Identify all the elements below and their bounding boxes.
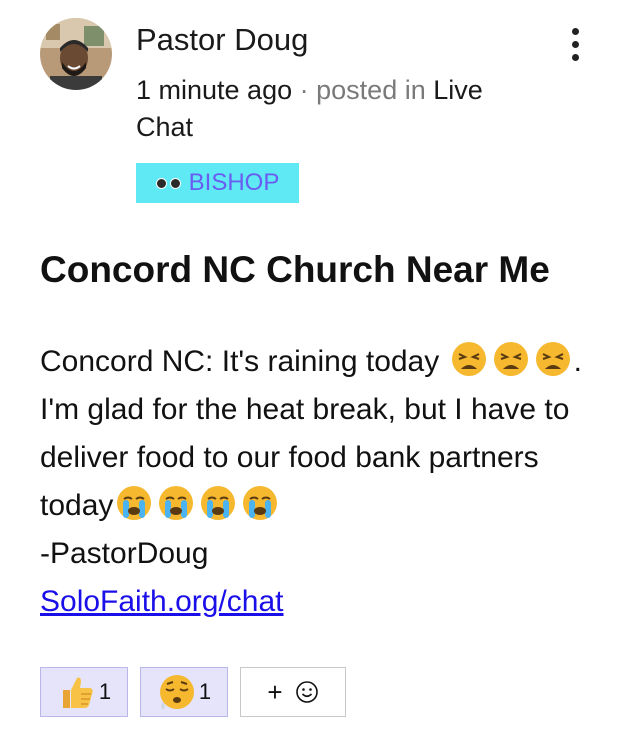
reactions-bar: 1 1 + [40,667,346,717]
crying-face-icon [201,486,236,520]
crying-face-icon [243,486,278,520]
weary-face-icon [535,342,570,376]
author-avatar[interactable] [40,18,112,90]
crying-face-icon [117,486,152,520]
smiley-icon [295,681,318,703]
more-dot-icon [572,41,579,48]
reaction-sleepy-face-button[interactable]: 1 [140,667,228,717]
weary-face-icon [451,342,486,376]
crying-face-icon [159,486,194,520]
role-badge: BISHOP [136,163,299,203]
avatar-image [40,18,112,90]
eyes-icon [155,177,181,189]
sleepy-face-icon [159,675,194,710]
more-dot-icon [572,28,579,35]
thumbs-up-icon [62,677,93,708]
plus-icon: + [267,676,283,707]
author-name[interactable]: Pastor Doug [136,22,308,58]
post-time: 1 minute ago [136,75,293,105]
weary-face-icon [493,342,528,376]
more-dot-icon [572,54,579,61]
post-title: Concord NC Church Near Me [40,249,550,290]
posted-in-label: posted in [316,75,426,105]
meta-separator: · [299,75,309,105]
post-card: Pastor Doug 1 minute ago · posted in Liv… [0,0,640,740]
post-body: Concord NC: It's raining today . I'm gla… [40,338,620,626]
more-options-button[interactable] [560,24,592,64]
sleepy-face-count: 1 [198,679,212,704]
reaction-thumbs-up-button[interactable]: 1 [40,667,128,717]
add-reaction-button[interactable]: + [240,667,346,717]
badge-label: BISHOP [188,169,280,196]
post-link[interactable]: SoloFaith.org/chat [40,585,283,618]
post-text-part1: Concord NC: It's raining today [40,345,440,378]
post-signature: -PastorDoug [40,537,209,570]
thumbs-up-count: 1 [98,679,112,704]
post-meta: 1 minute ago · posted in Live Chat [136,72,536,146]
